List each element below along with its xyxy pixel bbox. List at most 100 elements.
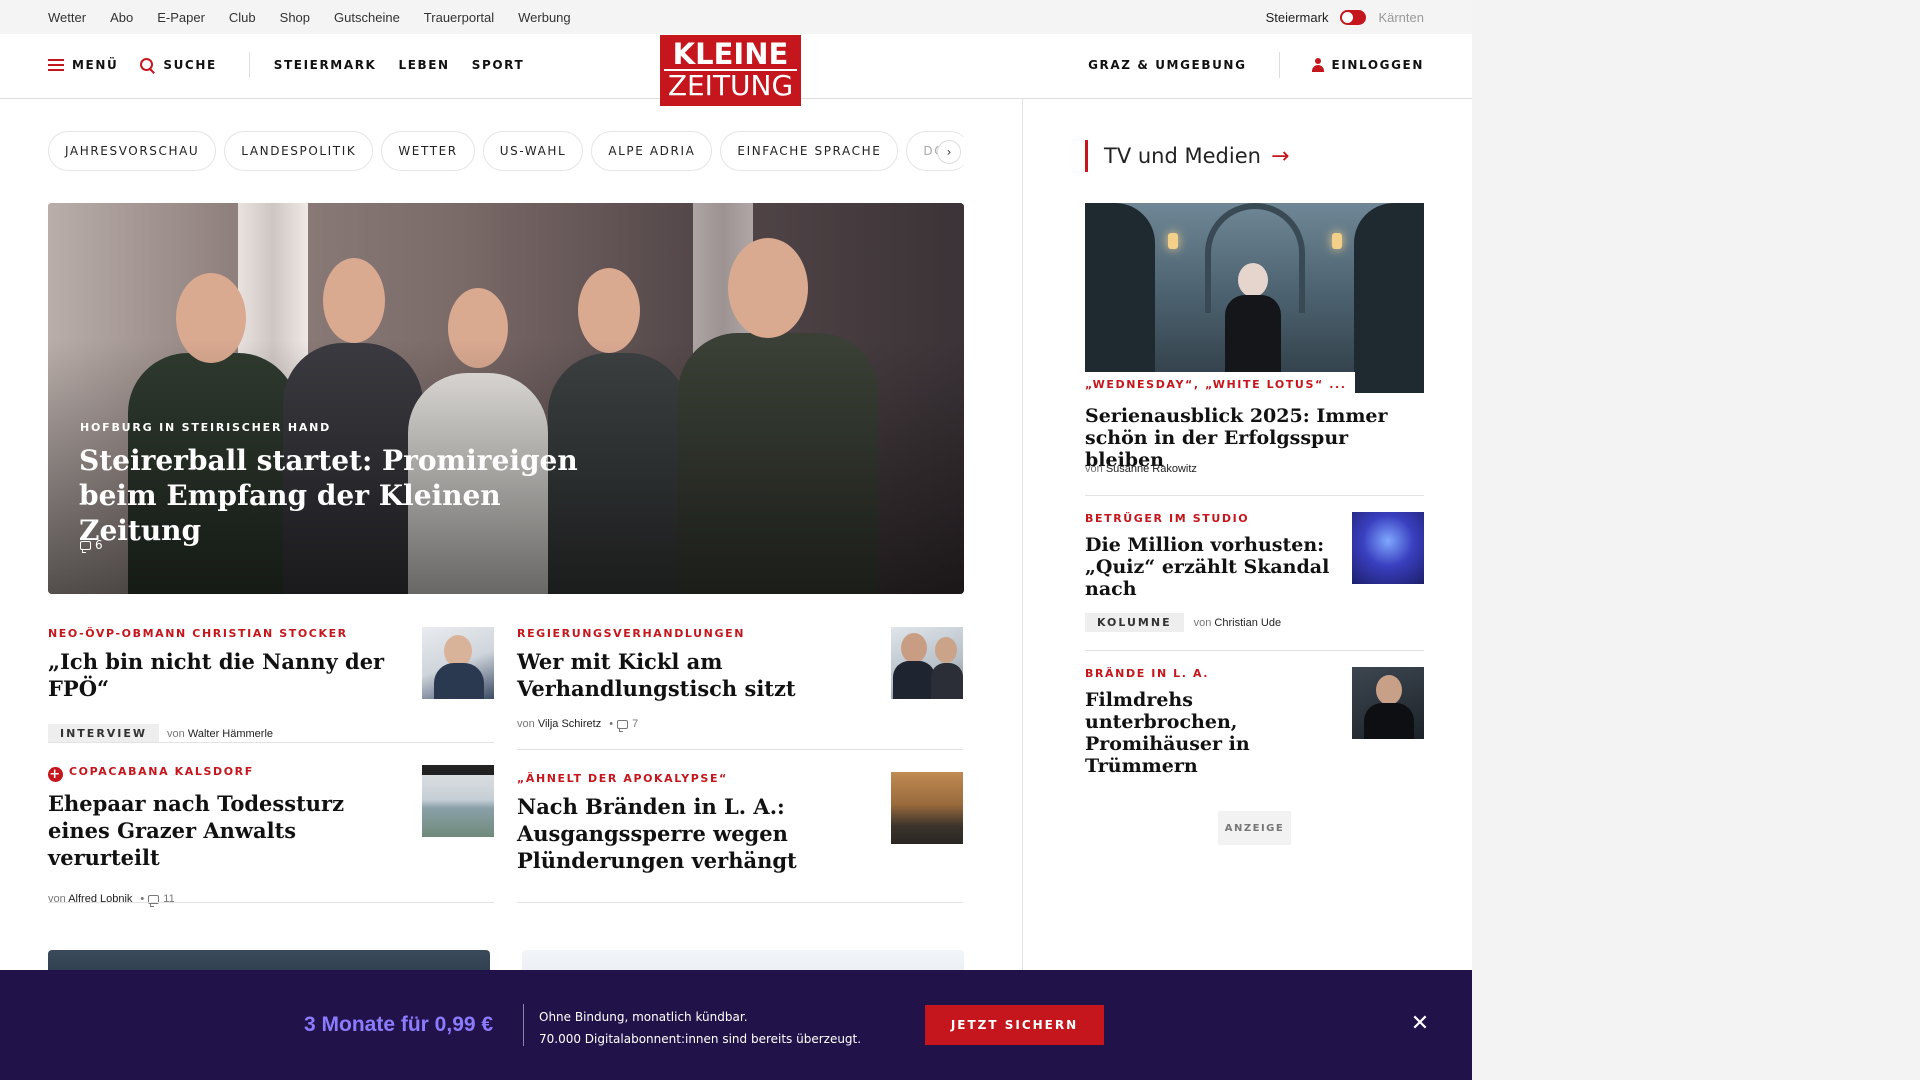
article-thumbnail xyxy=(1352,667,1424,739)
user-icon xyxy=(1311,58,1324,72)
nav-item-steiermark[interactable]: STEIERMARK xyxy=(274,58,377,72)
topic-chip[interactable]: LANDESPOLITIK xyxy=(224,131,374,171)
byline-prefix: von xyxy=(167,727,185,740)
local-edition-link[interactable]: GRAZ & UMGEBUNG xyxy=(1088,58,1246,72)
article-meta: INTERVIEW von Walter Hämmerle xyxy=(48,724,494,743)
byline-prefix: von xyxy=(1085,463,1103,475)
logo-line-2: ZEITUNG xyxy=(664,69,797,101)
article-author[interactable]: Christian Ude xyxy=(1214,617,1281,629)
service-link-vouchers[interactable]: Gutscheine xyxy=(334,10,400,25)
ad-label: ANZEIGE xyxy=(1218,811,1291,845)
service-link-weather[interactable]: Wetter xyxy=(48,10,86,25)
article-tag: INTERVIEW xyxy=(48,724,160,743)
region-active-label[interactable]: Steiermark xyxy=(1266,10,1329,25)
search-button[interactable]: SUCHE xyxy=(140,57,217,73)
offer-text: Ohne Bindung, monatlich kündbar. 70.000 … xyxy=(539,1006,861,1050)
nav-item-sport[interactable]: SPORT xyxy=(472,58,525,72)
article-divider xyxy=(517,902,963,903)
lead-story-comments[interactable]: 6 xyxy=(80,538,103,553)
offer-line-1: Ohne Bindung, monatlich kündbar. xyxy=(539,1010,748,1024)
article-meta: von Vilja Schiretz • 7 xyxy=(517,718,963,732)
menu-label: MENÜ xyxy=(72,58,119,72)
article-teaser[interactable]: REGIERUNGSVERHANDLUNGEN Wer mit Kickl am… xyxy=(517,627,963,750)
subscription-banner: 3 Monate für 0,99 € Ohne Bindung, monatl… xyxy=(0,970,1472,1080)
article-comments[interactable]: • 7 xyxy=(609,718,639,732)
service-link-shop[interactable]: Shop xyxy=(280,10,310,25)
offer-line-2: 70.000 Digitalabonnent:innen sind bereit… xyxy=(539,1032,862,1046)
article-divider xyxy=(1085,495,1424,496)
topic-chips: JAHRESVORSCHAU LANDESPOLITIK WETTER US-W… xyxy=(48,131,964,171)
article-divider xyxy=(517,749,963,750)
sidebar-lead-kicker: „WEDNESDAY“, „WHITE LOTUS“ ... xyxy=(1085,372,1355,396)
chevron-right-icon: › xyxy=(946,145,952,159)
chips-next-button[interactable]: › xyxy=(937,140,961,164)
article-headline[interactable]: Ehepaar nach Todessturz eines Grazer Anw… xyxy=(48,790,408,871)
article-divider xyxy=(48,902,494,903)
column-divider xyxy=(1022,99,1023,999)
article-thumbnail xyxy=(891,627,963,699)
article-meta: von Alfred Lobnik • 11 xyxy=(48,893,494,907)
article-teaser[interactable]: + COPACABANA KALSDORF Ehepaar nach Todess… xyxy=(48,765,494,907)
comment-icon xyxy=(617,719,629,732)
comment-icon xyxy=(80,540,91,553)
header-divider xyxy=(1278,52,1280,78)
service-link-abo[interactable]: Abo xyxy=(110,10,133,25)
main-header: MENÜ SUCHE STEIERMARK LEBEN SPORT KLEINE… xyxy=(0,34,1472,106)
article-author[interactable]: Alfred Lobnik xyxy=(68,893,132,905)
section-title-tv-medien[interactable]: TV und Medien → xyxy=(1085,140,1289,172)
search-label: SUCHE xyxy=(163,58,217,72)
service-links: Wetter Abo E-Paper Club Shop Gutscheine … xyxy=(48,0,595,34)
service-bar: Wetter Abo E-Paper Club Shop Gutscheine … xyxy=(0,0,1472,34)
article-kicker: BRÄNDE IN L. A. xyxy=(1085,667,1210,680)
sidebar-lead-headline[interactable]: Serienausblick 2025: Immer schön in der … xyxy=(1085,405,1424,471)
premium-plus-icon: + xyxy=(48,767,63,782)
service-link-club[interactable]: Club xyxy=(229,10,256,25)
search-icon xyxy=(140,57,155,73)
banner-divider xyxy=(523,1004,524,1046)
menu-button[interactable]: MENÜ xyxy=(48,58,118,72)
byline-prefix: von xyxy=(517,718,535,730)
lead-story[interactable]: HOFBURG IN STEIRISCHER HAND Steirerball … xyxy=(48,203,964,594)
service-link-advertising[interactable]: Werbung xyxy=(518,10,571,25)
close-icon[interactable]: ✕ xyxy=(1410,1013,1430,1035)
subscribe-button[interactable]: JETZT SICHERN xyxy=(925,1005,1104,1045)
header-divider xyxy=(248,52,250,78)
article-thumbnail xyxy=(891,772,963,844)
comment-count: 7 xyxy=(632,718,639,730)
article-thumbnail xyxy=(422,765,494,837)
page-background-right xyxy=(1472,0,1920,1080)
lead-story-headline[interactable]: Steirerball startet: Promireigen beim Em… xyxy=(79,443,599,548)
login-label: EINLOGGEN xyxy=(1331,58,1424,72)
article-divider xyxy=(1085,650,1424,651)
region-other-label[interactable]: Kärnten xyxy=(1378,10,1424,25)
lead-story-kicker: HOFBURG IN STEIRISCHER HAND xyxy=(80,421,332,434)
header-nav-left: MENÜ SUCHE STEIERMARK LEBEN SPORT xyxy=(48,34,546,96)
sidebar-lead-image[interactable] xyxy=(1085,203,1424,393)
page: Wetter Abo E-Paper Club Shop Gutscheine … xyxy=(0,0,1472,1080)
article-headline[interactable]: „Ich bin nicht die Nanny der FPÖ“ xyxy=(48,648,408,702)
article-divider xyxy=(48,742,494,743)
article-author[interactable]: Vilja Schiretz xyxy=(538,718,601,730)
sidebar-lead-meta: von Susanne Rakowitz xyxy=(1085,463,1197,475)
article-comments[interactable]: • 11 xyxy=(140,893,175,907)
site-logo[interactable]: KLEINE ZEITUNG xyxy=(660,35,801,106)
article-teaser[interactable]: „ÄHNELT DER APOKALYPSE“ Nach Bränden in … xyxy=(517,772,963,903)
topic-chip[interactable]: JAHRESVORSCHAU xyxy=(48,131,217,171)
article-headline[interactable]: Wer mit Kickl am Verhandlungstisch sitzt xyxy=(517,648,877,702)
topic-chip[interactable]: EINFACHE SPRACHE xyxy=(720,131,899,171)
topic-chip[interactable]: US-WAHL xyxy=(482,131,584,171)
article-author[interactable]: Susanne Rakowitz xyxy=(1106,463,1197,475)
article-headline[interactable]: Die Million vorhusten: „Quiz“ erzählt Sk… xyxy=(1085,534,1335,600)
article-teaser[interactable]: NEO-ÖVP-OBMANN CHRISTIAN STOCKER „Ich bi… xyxy=(48,627,494,743)
service-link-epaper[interactable]: E-Paper xyxy=(157,10,205,25)
offer-price: 3 Monate für 0,99 € xyxy=(304,1013,494,1036)
topic-chip[interactable]: ALPE ADRIA xyxy=(591,131,713,171)
login-button[interactable]: EINLOGGEN xyxy=(1311,58,1424,72)
article-author[interactable]: Walter Hämmerle xyxy=(188,728,273,740)
service-link-obituaries[interactable]: Trauerportal xyxy=(424,10,494,25)
article-headline[interactable]: Filmdrehs unterbrochen, Promihäuser in T… xyxy=(1085,689,1335,777)
nav-item-leben[interactable]: LEBEN xyxy=(398,58,449,72)
article-headline[interactable]: Nach Bränden in L. A.: Ausgangssperre we… xyxy=(517,793,877,874)
region-toggle[interactable] xyxy=(1340,9,1367,25)
topic-chip[interactable]: WETTER xyxy=(381,131,475,171)
